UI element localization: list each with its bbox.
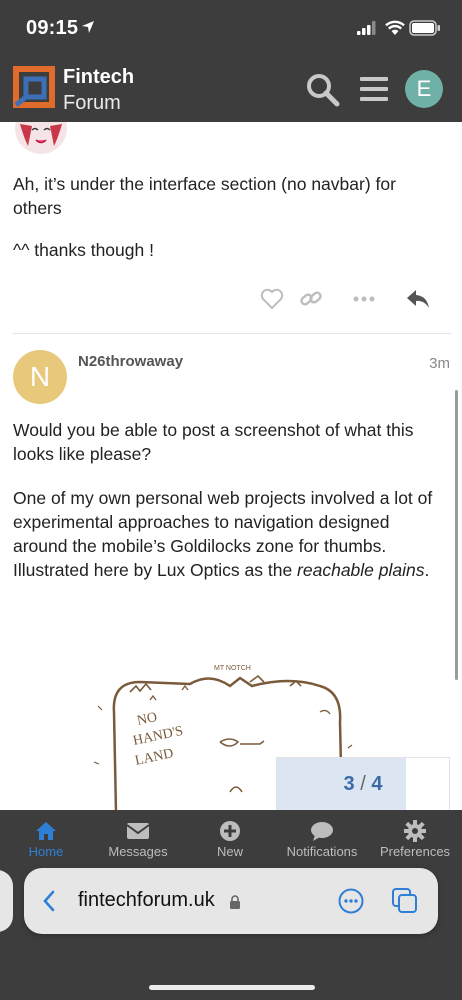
tab-label: Preferences [379,844,451,859]
browser-toolbar: fintechforum.uk [0,864,462,1000]
tab-home[interactable]: Home [0,810,92,864]
tab-label: Home [28,844,64,859]
battery-icon [409,20,441,41]
tab-preferences[interactable]: Preferences [369,810,461,864]
site-title[interactable]: Fintech Forum [63,64,134,116]
home-indicator [149,985,315,990]
post-paragraph: ^^ thanks though ! [13,240,154,260]
post-timestamp[interactable]: 3m [429,355,450,372]
plus-circle-icon [218,820,242,842]
speech-bubble-icon [310,820,334,842]
post-actions [0,288,462,318]
location-arrow-icon [80,19,96,40]
status-time: 09:15 [26,17,79,39]
previous-tab-card[interactable] [0,870,13,932]
more-circle-icon[interactable] [338,888,364,919]
tab-label: Messages [108,844,168,859]
progress-total: 4 [371,773,383,795]
image-label-mt-notch: MT NOTCH [214,665,251,672]
envelope-icon [126,820,150,842]
lock-icon [229,895,241,914]
topic-progress[interactable]: 3 / 4 [276,757,450,810]
reply-icon[interactable] [405,288,431,315]
site-title-line2: Forum [63,92,121,114]
like-heart-icon[interactable] [260,288,284,315]
post-author-avatar[interactable] [14,122,68,158]
post-paragraph: Ah, it’s under the interface section (no… [13,174,396,218]
progress-separator: / [360,773,366,795]
user-avatar[interactable]: E [405,70,443,108]
image-label-land: LAND [134,746,175,769]
post-divider [13,333,451,334]
post-author-username[interactable]: N26throwaway [78,353,183,370]
search-icon[interactable] [305,72,341,113]
image-label-no: NO [136,710,159,729]
status-bar: 09:15 [0,0,462,58]
site-header: Fintech Forum E [0,58,462,122]
wifi-icon [385,20,405,41]
back-chevron-icon[interactable] [42,890,56,917]
home-icon [34,820,58,842]
tab-label: New [216,844,243,859]
post-author-avatar[interactable]: N [13,350,67,404]
more-options-icon[interactable] [353,292,375,311]
tab-new[interactable]: New [184,810,276,864]
gear-icon [403,820,427,842]
progress-current: 3 [343,773,355,795]
cellular-signal-icon [357,21,377,40]
post-paragraph: Would you be able to post a screenshot o… [13,420,414,464]
topic-stream: Ah, it’s under the interface section (no… [0,122,462,810]
tab-notifications[interactable]: Notifications [276,810,368,864]
address-bar[interactable]: fintechforum.uk [24,868,438,934]
post-paragraph: One of my own personal web projects invo… [13,486,433,582]
post-text: . [424,560,430,580]
post-emphasis: reachable plains [297,560,425,580]
site-title-line1: Fintech [63,66,135,88]
bottom-tab-bar: Home Messages New Notifications Preferen… [0,810,462,864]
url-domain[interactable]: fintechforum.uk [78,889,215,912]
tab-messages[interactable]: Messages [92,810,184,864]
tab-label: Notifications [286,844,358,859]
tabs-overview-icon[interactable] [391,887,419,920]
fintech-logo-icon[interactable] [12,65,56,114]
scrollbar[interactable] [455,390,458,680]
topic-progress-label: 3 / 4 [277,758,449,810]
link-icon[interactable] [299,288,323,315]
hamburger-menu-icon[interactable] [358,74,390,109]
